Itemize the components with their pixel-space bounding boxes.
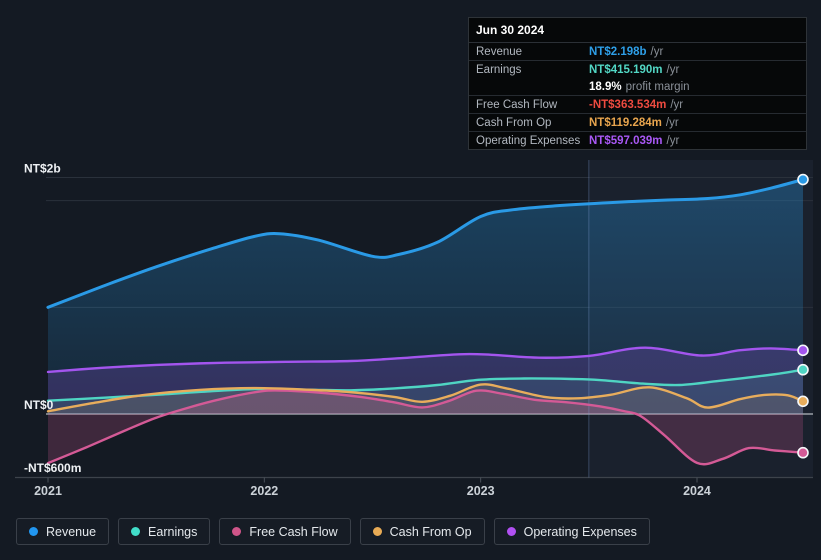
tooltip-date: Jun 30 2024 xyxy=(469,18,806,43)
tooltip-suffix: /yr xyxy=(666,134,680,147)
tooltip-value: NT$597.039m xyxy=(589,134,663,147)
tooltip-label: Cash From Op xyxy=(476,116,552,129)
x-axis-label: 2023 xyxy=(467,484,495,498)
tooltip-label: Free Cash Flow xyxy=(476,98,558,111)
revenue-endpoint-marker xyxy=(797,173,809,186)
legend-item-revenue[interactable]: Revenue xyxy=(16,518,110,545)
tooltip-suffix: /yr xyxy=(670,98,684,111)
legend-label: Revenue xyxy=(46,524,97,539)
tooltip-label: Operating Expenses xyxy=(476,134,581,147)
legend-item-earnings[interactable]: Earnings xyxy=(118,518,211,545)
x-axis-label: 2021 xyxy=(34,484,62,498)
tooltip-row-profit-margin: 18.9% profit margin xyxy=(469,78,806,95)
tooltip-value: -NT$363.534m xyxy=(589,98,667,111)
earnings-dot-icon xyxy=(131,527,141,536)
chart-legend: Revenue Earnings Free Cash Flow Cash Fro… xyxy=(16,518,650,545)
operating-expenses-dot-icon xyxy=(506,527,516,536)
earnings-endpoint-marker xyxy=(797,363,809,376)
tooltip-row-free-cash-flow: Free Cash Flow -NT$363.534m /yr xyxy=(469,95,806,113)
legend-label: Operating Expenses xyxy=(523,524,637,539)
legend-item-cash-from-op[interactable]: Cash From Op xyxy=(359,518,485,545)
cash-from-op-dot-icon xyxy=(372,527,382,536)
tooltip-suffix: profit margin xyxy=(625,80,690,93)
tooltip-suffix: /yr xyxy=(665,116,679,129)
legend-item-free-cash-flow[interactable]: Free Cash Flow xyxy=(219,518,351,545)
tooltip-row-earnings: Earnings NT$415.190m /yr xyxy=(469,60,806,78)
tooltip-value: NT$415.190m xyxy=(589,63,663,76)
tooltip-row-revenue: Revenue NT$2.198b /yr xyxy=(469,43,806,60)
y-axis-label: NT$0 xyxy=(24,398,54,412)
cash-from-op-endpoint-marker xyxy=(797,395,809,408)
tooltip-value: NT$119.284m xyxy=(589,116,662,129)
legend-label: Cash From Op xyxy=(389,524,472,539)
legend-label: Free Cash Flow xyxy=(249,524,338,539)
operating-expenses-endpoint-marker xyxy=(797,344,809,357)
tooltip-value: 18.9% xyxy=(589,80,622,93)
tooltip-row-operating-expenses: Operating Expenses NT$597.039m /yr xyxy=(469,131,806,149)
x-axis-label: 2022 xyxy=(250,484,278,498)
free-cash-flow-endpoint-marker xyxy=(797,446,809,459)
tooltip-row-cash-from-op: Cash From Op NT$119.284m /yr xyxy=(469,113,806,131)
revenue-dot-icon xyxy=(29,527,38,536)
y-axis-label: -NT$600m xyxy=(24,461,81,475)
tooltip-label: Revenue xyxy=(476,45,523,58)
tooltip-suffix: /yr xyxy=(650,45,664,58)
x-axis-label: 2024 xyxy=(683,484,711,498)
financial-history-chart: 2021 2022 2023 2024 NT$2b NT$0 -NT$600m Jun 30… xyxy=(0,0,821,560)
chart-tooltip: Jun 30 2024 Revenue NT$2.198b /yr Earnin… xyxy=(468,17,807,150)
legend-label: Earnings xyxy=(148,524,198,539)
tooltip-value: NT$2.198b xyxy=(589,45,647,58)
legend-item-operating-expenses[interactable]: Operating Expenses xyxy=(493,518,650,545)
tooltip-label: Earnings xyxy=(476,63,522,76)
tooltip-suffix: /yr xyxy=(666,63,680,76)
y-axis-label: NT$2b xyxy=(24,162,61,176)
free-cash-flow-dot-icon xyxy=(232,527,242,536)
